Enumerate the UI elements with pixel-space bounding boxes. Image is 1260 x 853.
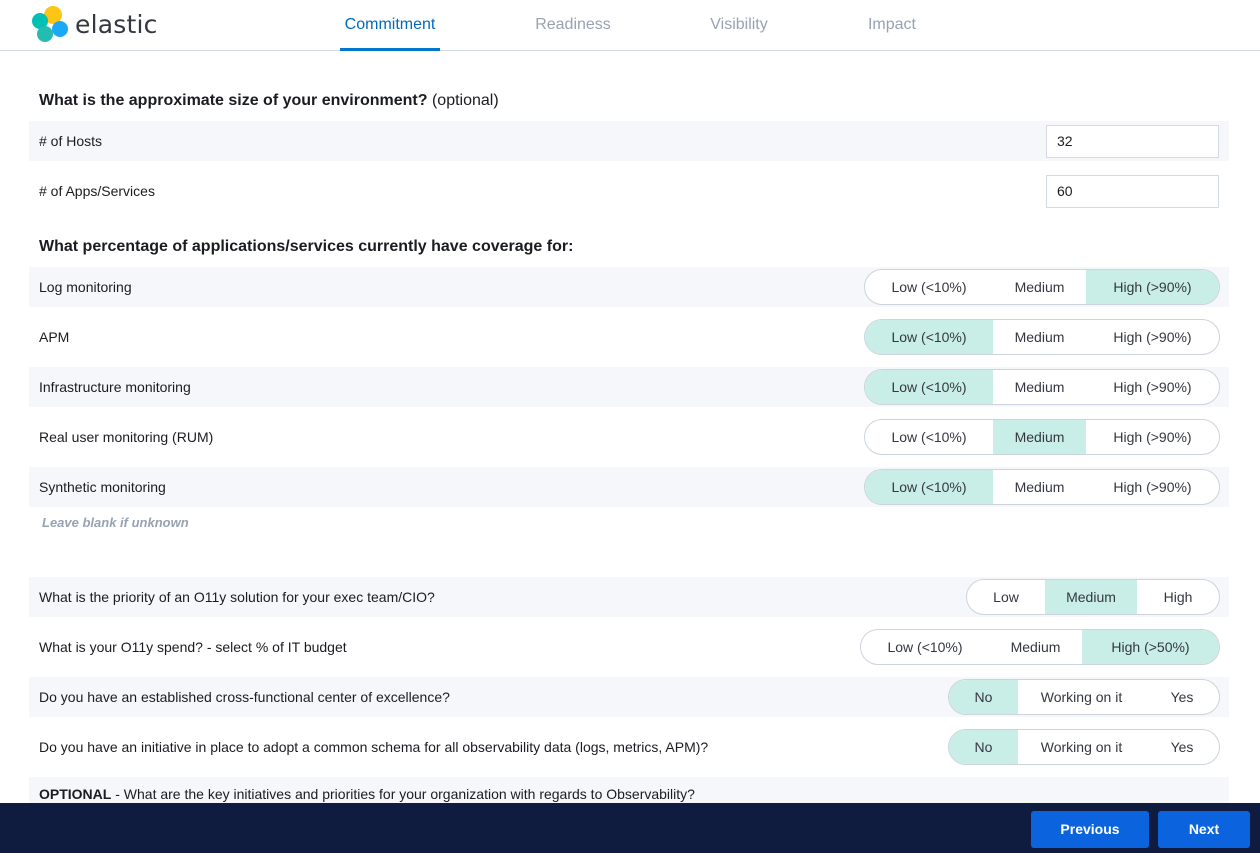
apps-label: # of Apps/Services <box>39 183 155 199</box>
question-label: Do you have an established cross-functio… <box>39 689 450 705</box>
hosts-input[interactable]: 32 <box>1046 125 1219 158</box>
coverage-toggle-group: Low (<10%) Medium High (>90%) <box>864 369 1220 405</box>
apps-input[interactable]: 60 <box>1046 175 1219 208</box>
option-low[interactable]: Low (<10%) <box>865 420 993 454</box>
question-label: What is the priority of an O11y solution… <box>39 589 435 605</box>
option-low[interactable]: Low (<10%) <box>865 270 993 304</box>
option-yes[interactable]: Yes <box>1145 680 1219 714</box>
coverage-row-apm: APM Low (<10%) Medium High (>90%) <box>29 317 1229 357</box>
optional-prefix: OPTIONAL <box>39 786 112 802</box>
hosts-row: # of Hosts 32 <box>29 121 1229 161</box>
option-medium[interactable]: Medium <box>993 270 1086 304</box>
question-label: What is your O11y spend? - select % of I… <box>39 639 347 655</box>
option-no[interactable]: No <box>949 730 1018 764</box>
coverage-row-label: Infrastructure monitoring <box>39 379 191 395</box>
logo-text: elastic <box>75 9 158 39</box>
option-medium[interactable]: Medium <box>993 320 1086 354</box>
schema-toggle-group: No Working on it Yes <box>948 729 1220 765</box>
question-row-spend: What is your O11y spend? - select % of I… <box>29 627 1229 667</box>
coverage-row-label: Log monitoring <box>39 279 132 295</box>
tab-readiness[interactable]: Readiness <box>523 0 623 50</box>
option-medium[interactable]: Medium <box>993 420 1086 454</box>
option-high[interactable]: High <box>1137 580 1219 614</box>
option-working-on-it[interactable]: Working on it <box>1018 680 1145 714</box>
question-row-priority: What is the priority of an O11y solution… <box>29 577 1229 617</box>
priority-toggle-group: Low Medium High <box>966 579 1220 615</box>
tab-commitment[interactable]: Commitment <box>340 0 440 51</box>
previous-button[interactable]: Previous <box>1031 811 1149 848</box>
option-low[interactable]: Low (<10%) <box>865 470 993 504</box>
tab-visibility[interactable]: Visibility <box>689 0 789 50</box>
question-label: Do you have an initiative in place to ad… <box>39 739 709 755</box>
option-medium[interactable]: Medium <box>1045 580 1137 614</box>
coverage-toggle-group: Low (<10%) Medium High (>90%) <box>864 269 1220 305</box>
apps-row: # of Apps/Services 60 <box>29 171 1229 211</box>
coverage-row-infrastructure: Infrastructure monitoring Low (<10%) Med… <box>29 367 1229 407</box>
option-working-on-it[interactable]: Working on it <box>1018 730 1145 764</box>
option-high[interactable]: High (>50%) <box>1082 630 1219 664</box>
coe-toggle-group: No Working on it Yes <box>948 679 1220 715</box>
option-high[interactable]: High (>90%) <box>1086 370 1219 404</box>
coverage-row-synthetic: Synthetic monitoring Low (<10%) Medium H… <box>29 467 1229 507</box>
option-high[interactable]: High (>90%) <box>1086 320 1219 354</box>
tab-impact[interactable]: Impact <box>842 0 942 50</box>
coverage-row-label: APM <box>39 329 70 345</box>
option-no[interactable]: No <box>949 680 1018 714</box>
option-low[interactable]: Low <box>967 580 1045 614</box>
option-low[interactable]: Low (<10%) <box>865 370 993 404</box>
coverage-row-label: Synthetic monitoring <box>39 479 166 495</box>
environment-title-optional: (optional) <box>431 92 499 109</box>
footer-bar: Previous Next <box>0 803 1260 853</box>
coverage-row-label: Real user monitoring (RUM) <box>39 429 214 445</box>
coverage-toggle-group: Low (<10%) Medium High (>90%) <box>864 419 1220 455</box>
option-medium[interactable]: Medium <box>993 470 1086 504</box>
coverage-toggle-group: Low (<10%) Medium High (>90%) <box>864 319 1220 355</box>
next-button[interactable]: Next <box>1158 811 1250 848</box>
optional-question-text: - What are the key initiatives and prior… <box>111 786 695 802</box>
question-row-coe: Do you have an established cross-functio… <box>29 677 1229 717</box>
coverage-row-rum: Real user monitoring (RUM) Low (<10%) Me… <box>29 417 1229 457</box>
spend-toggle-group: Low (<10%) Medium High (>50%) <box>860 629 1220 665</box>
option-low[interactable]: Low (<10%) <box>861 630 989 664</box>
top-header: elastic Commitment Readiness Visibility … <box>0 0 1260 51</box>
coverage-section-title: What percentage of applications/services… <box>39 238 574 255</box>
option-yes[interactable]: Yes <box>1145 730 1219 764</box>
option-medium[interactable]: Medium <box>989 630 1082 664</box>
environment-section-title: What is the approximate size of your env… <box>39 92 499 110</box>
option-medium[interactable]: Medium <box>993 370 1086 404</box>
option-high[interactable]: High (>90%) <box>1086 420 1219 454</box>
elastic-logo[interactable]: elastic <box>31 5 158 43</box>
option-low[interactable]: Low (<10%) <box>865 320 993 354</box>
coverage-hint: Leave blank if unknown <box>42 515 189 530</box>
coverage-row-log-monitoring: Log monitoring Low (<10%) Medium High (>… <box>29 267 1229 307</box>
coverage-toggle-group: Low (<10%) Medium High (>90%) <box>864 469 1220 505</box>
elastic-logo-icon <box>32 6 68 42</box>
environment-title: What is the approximate size of your env… <box>39 92 428 109</box>
hosts-label: # of Hosts <box>39 133 103 149</box>
option-high[interactable]: High (>90%) <box>1086 270 1219 304</box>
question-row-schema: Do you have an initiative in place to ad… <box>29 727 1229 767</box>
option-high[interactable]: High (>90%) <box>1086 470 1219 504</box>
